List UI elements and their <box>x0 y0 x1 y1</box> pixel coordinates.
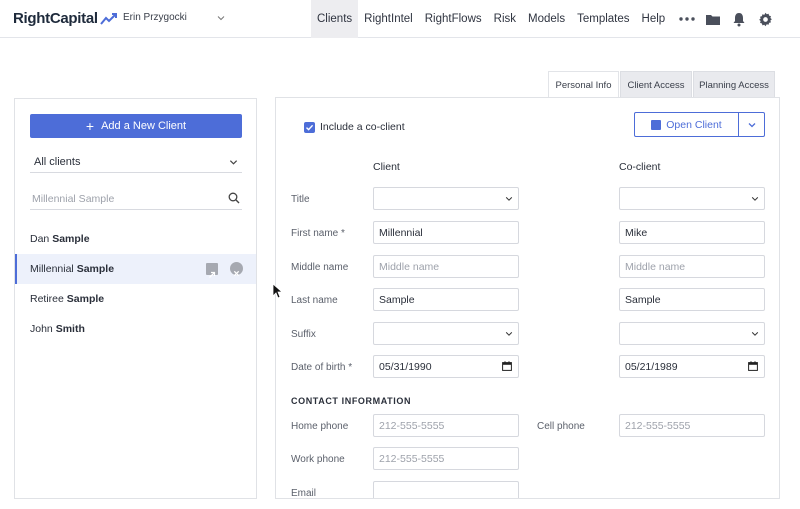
main-nav: Clients RightIntel RightFlows Risk Model… <box>311 0 671 38</box>
title-label: Title <box>291 194 310 205</box>
client-title-select[interactable] <box>373 187 519 210</box>
home-phone-field[interactable]: 212-555-5555 <box>373 414 519 437</box>
client-first-name-field[interactable]: Millennial <box>373 221 519 244</box>
gear-icon[interactable] <box>756 10 774 28</box>
search-icon[interactable] <box>228 192 240 204</box>
add-client-button[interactable]: + Add a New Client <box>30 114 242 138</box>
client-dob-value: 05/31/1990 <box>379 361 432 373</box>
client-first-name: Millennial <box>30 263 74 275</box>
nav-icons <box>678 0 782 38</box>
client-last-name: Sample <box>76 263 115 275</box>
coclient-dob-value: 05/21/1989 <box>625 361 678 373</box>
last-name-label: Last name <box>291 295 338 306</box>
nav-clients[interactable]: Clients <box>311 0 359 38</box>
more-icon[interactable] <box>678 10 696 28</box>
home-phone-label: Home phone <box>291 421 349 432</box>
open-external-icon <box>651 119 662 130</box>
chevron-down-icon <box>751 197 759 201</box>
client-search-input[interactable]: Millennial Sample <box>30 188 242 210</box>
nav-risk[interactable]: Risk <box>488 0 522 38</box>
checkbox-checked-icon[interactable] <box>304 121 315 133</box>
coclient-last-name-field[interactable]: Sample <box>619 288 765 311</box>
user-name[interactable]: Erin Przygocki <box>123 12 187 23</box>
chevron-down-icon <box>505 197 513 201</box>
middle-name-label: Middle name <box>291 262 349 273</box>
chevron-down-icon[interactable] <box>216 13 226 23</box>
list-item[interactable]: Millennial Sample <box>15 254 256 284</box>
bell-icon[interactable] <box>730 10 748 28</box>
coclient-column-heading: Co-client <box>619 161 661 173</box>
client-last-name: Sample <box>52 233 90 245</box>
email-field[interactable] <box>373 481 519 498</box>
dob-label: Date of birth * <box>291 362 353 373</box>
cell-phone-label: Cell phone <box>537 421 585 432</box>
include-coclient-label: Include a co-client <box>320 121 405 133</box>
list-item[interactable]: John Smith <box>15 314 256 344</box>
work-phone-field[interactable]: 212-555-5555 <box>373 447 519 470</box>
open-client-button[interactable]: Open Client <box>635 113 739 136</box>
calendar-icon[interactable] <box>748 361 758 371</box>
list-item[interactable]: Dan Sample <box>15 224 256 254</box>
tab-planning-access[interactable]: Planning Access <box>693 71 775 98</box>
chevron-down-icon <box>751 332 759 336</box>
client-last-name: Sample <box>66 293 105 305</box>
chevron-down-icon <box>505 332 513 336</box>
mouse-cursor-icon <box>272 283 282 299</box>
search-placeholder: Millennial Sample <box>32 193 115 205</box>
coclient-middle-name-field[interactable]: Middle name <box>619 255 765 278</box>
remove-icon[interactable] <box>230 262 243 277</box>
brand-name: RightCapital <box>13 10 98 27</box>
nav-rightflows[interactable]: RightFlows <box>419 0 488 38</box>
personal-info-form: Include a co-client Open Client Client C… <box>275 97 780 499</box>
client-list-panel: + Add a New Client All clients Millennia… <box>14 98 257 499</box>
list-item[interactable]: Retiree Sample <box>15 284 256 314</box>
add-client-label: Add a New Client <box>101 120 187 132</box>
tab-client-access[interactable]: Client Access <box>620 71 692 98</box>
tab-personal-info[interactable]: Personal Info <box>548 71 619 98</box>
client-last-name: Smith <box>55 323 85 335</box>
open-client-button-group: Open Client <box>634 112 765 137</box>
client-column-heading: Client <box>373 161 400 173</box>
include-coclient-checkbox[interactable]: Include a co-client <box>304 121 405 133</box>
brand-logo[interactable]: RightCapital <box>13 10 118 27</box>
client-first-name: Dan <box>30 233 50 245</box>
nav-rightintel[interactable]: RightIntel <box>358 0 419 38</box>
calendar-icon[interactable] <box>502 361 512 371</box>
cell-phone-field[interactable]: 212-555-5555 <box>619 414 765 437</box>
client-dob-field[interactable]: 05/31/1990 <box>373 355 519 378</box>
client-last-name-field[interactable]: Sample <box>373 288 519 311</box>
client-middle-name-field[interactable]: Middle name <box>373 255 519 278</box>
folder-icon[interactable] <box>704 10 722 28</box>
contact-info-heading: CONTACT INFORMATION <box>291 396 412 406</box>
info-tabs: Personal Info Client Access Planning Acc… <box>548 71 776 98</box>
first-name-label: First name * <box>291 228 345 239</box>
open-client-dropdown[interactable] <box>739 113 764 136</box>
nav-models[interactable]: Models <box>522 0 571 38</box>
work-phone-label: Work phone <box>291 454 345 465</box>
top-navigation: RightCapital Erin Przygocki Clients Righ… <box>0 0 800 38</box>
client-suffix-select[interactable] <box>373 322 519 345</box>
open-client-label: Open Client <box>666 118 722 131</box>
open-external-icon[interactable] <box>206 263 218 278</box>
coclient-first-name-field[interactable]: Mike <box>619 221 765 244</box>
brand-chart-icon <box>99 12 117 25</box>
client-filter-value: All clients <box>34 156 81 168</box>
client-first-name: Retiree <box>30 293 64 305</box>
client-first-name: John <box>30 323 53 335</box>
coclient-dob-field[interactable]: 05/21/1989 <box>619 355 765 378</box>
nav-templates[interactable]: Templates <box>571 0 635 38</box>
suffix-label: Suffix <box>291 329 316 340</box>
nav-help[interactable]: Help <box>636 0 672 38</box>
email-label: Email <box>291 488 317 499</box>
chevron-down-icon <box>748 122 755 127</box>
client-filter-select[interactable]: All clients <box>30 151 242 173</box>
chevron-down-icon <box>229 160 238 165</box>
plus-icon: + <box>85 118 95 134</box>
client-list: Dan Sample Millennial Sample Retiree Sam… <box>15 224 256 344</box>
coclient-suffix-select[interactable] <box>619 322 765 345</box>
coclient-title-select[interactable] <box>619 187 765 210</box>
